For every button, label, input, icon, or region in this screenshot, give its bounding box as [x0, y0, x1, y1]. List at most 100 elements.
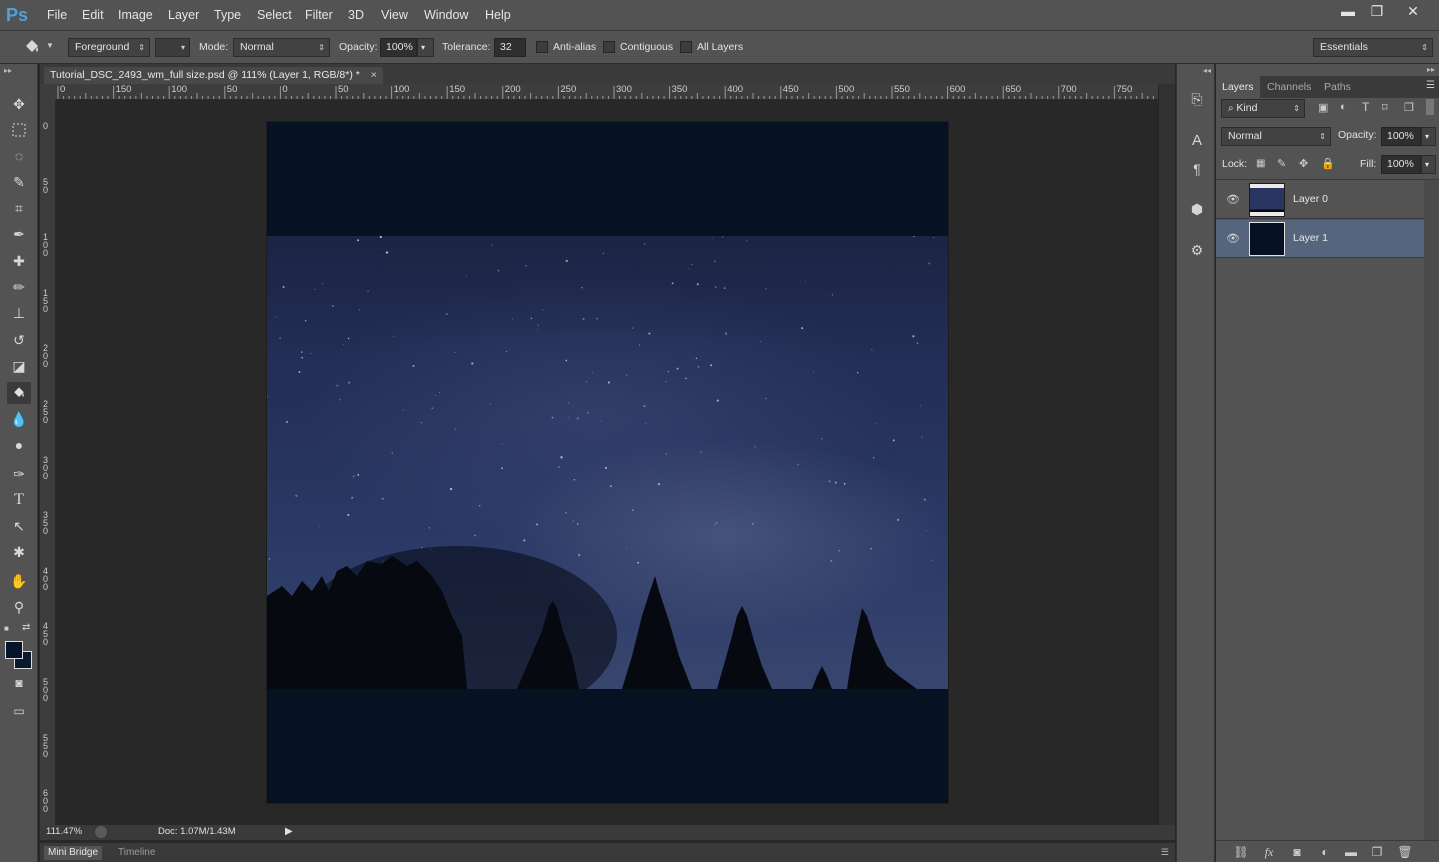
fill-source-select[interactable]: Foreground ⇕ [68, 38, 150, 57]
opacity-input[interactable]: 100% [380, 38, 417, 57]
collapse-toolbox-icon[interactable]: ▸▸ [4, 66, 12, 75]
foreground-color-swatch[interactable] [5, 641, 23, 659]
filter-pixel-icon[interactable]: ▣ [1318, 101, 1328, 114]
screen-mode-icon[interactable]: ▭ [7, 700, 31, 722]
crop-tool-icon[interactable]: ⌗ [7, 197, 31, 219]
filter-smart-object-icon[interactable]: ❐ [1404, 101, 1414, 114]
layer-0-name[interactable]: Layer 0 [1293, 193, 1328, 205]
layer-style-icon[interactable]: fx [1260, 844, 1278, 860]
horizontal-ruler[interactable]: 0 150 100 50 0 50 100 150 200 250 300 350 400 450 500 5… [56, 84, 1158, 100]
menu-layer[interactable]: Layer [168, 8, 199, 22]
vertical-ruler[interactable]: 0 50 100 150 200 250 300 350 400 450 500 550 600 [40, 100, 56, 825]
quick-selection-tool-icon[interactable]: ✎ [7, 171, 31, 193]
marquee-tool-icon[interactable] [7, 119, 31, 141]
panel-collapse-icon[interactable]: ▸▸ [1427, 65, 1435, 74]
filter-shape-icon[interactable]: ⌑ [1382, 101, 1388, 114]
close-document-icon[interactable]: × [371, 69, 377, 81]
healing-brush-tool-icon[interactable]: ✚ [7, 250, 31, 272]
tab-layers[interactable]: Layers [1216, 76, 1260, 98]
menu-help[interactable]: Help [485, 8, 511, 22]
lock-pixels-icon[interactable]: ✎ [1277, 157, 1286, 170]
panel-menu-icon[interactable]: ☰ [1161, 847, 1169, 858]
status-info-icon[interactable] [95, 826, 107, 838]
paint-bucket-tool-icon[interactable] [7, 382, 31, 404]
dodge-tool-icon[interactable]: ● [7, 434, 31, 456]
layer-opacity-input[interactable]: 100% [1381, 127, 1421, 146]
workspace-select[interactable]: Essentials ⇕ [1313, 38, 1433, 57]
lock-position-icon[interactable]: ✥ [1299, 157, 1308, 170]
path-selection-tool-icon[interactable]: ↖ [7, 515, 31, 537]
eyedropper-tool-icon[interactable]: ✒ [7, 223, 31, 245]
visibility-eye-icon[interactable]: 👁 [1226, 232, 1240, 246]
document-canvas[interactable] [267, 122, 948, 803]
close-window-button[interactable]: ✕ [1398, 2, 1428, 20]
adjustment-layer-icon[interactable]: ◐ [1316, 844, 1334, 860]
expand-panels-icon[interactable]: ◂◂ [1203, 66, 1211, 75]
lasso-tool-icon[interactable]: ◌ [7, 145, 31, 167]
3d-panel-icon[interactable]: ⬢ [1186, 198, 1208, 220]
vertical-scrollbar[interactable] [1158, 84, 1175, 825]
menu-filter[interactable]: Filter [305, 8, 333, 22]
blend-mode-select[interactable]: Normal ⇕ [1221, 127, 1331, 146]
layer-row-1-selected[interactable]: 👁 Layer 1 [1216, 220, 1424, 258]
status-menu-arrow-icon[interactable]: ▶ [285, 826, 293, 837]
properties-panel-icon[interactable]: ⚙ [1186, 239, 1208, 261]
pattern-picker[interactable]: ▾ [155, 38, 190, 57]
paragraph-panel-icon[interactable]: ¶ [1186, 158, 1208, 180]
contiguous-checkbox[interactable] [603, 41, 615, 53]
visibility-eye-icon[interactable]: 👁 [1226, 193, 1240, 207]
history-brush-tool-icon[interactable]: ↺ [7, 329, 31, 351]
anti-alias-checkbox[interactable] [536, 41, 548, 53]
preset-dropdown-arrow[interactable]: ▼ [46, 41, 54, 50]
tab-mini-bridge[interactable]: Mini Bridge [44, 846, 103, 860]
pen-tool-icon[interactable]: ✑ [7, 463, 31, 485]
delete-layer-icon[interactable]: 🗑 [1396, 844, 1414, 860]
menu-file[interactable]: File [47, 8, 67, 22]
layers-scrollbar[interactable] [1424, 180, 1439, 840]
menu-select[interactable]: Select [257, 8, 292, 22]
blur-tool-icon[interactable]: 💧 [7, 408, 31, 430]
filter-kind-select[interactable]: ⌕ Kind ⇕ [1221, 99, 1305, 118]
restore-button[interactable]: ❐ [1364, 2, 1390, 20]
brush-tool-icon[interactable]: ✏ [7, 276, 31, 298]
menu-window[interactable]: Window [424, 8, 468, 22]
menu-image[interactable]: Image [118, 8, 153, 22]
menu-view[interactable]: View [381, 8, 408, 22]
quick-mask-icon[interactable]: ◙ [7, 672, 31, 694]
filter-toggle[interactable] [1426, 99, 1434, 115]
layers-panel-menu-icon[interactable]: ☰ [1426, 80, 1435, 91]
custom-shape-tool-icon[interactable]: ✱ [7, 541, 31, 563]
lock-all-icon[interactable]: 🔒 [1321, 157, 1335, 170]
history-panel-icon[interactable]: ⎘ [1186, 88, 1208, 110]
layer-row-0[interactable]: 👁 Layer 0 [1216, 181, 1424, 219]
menu-edit[interactable]: Edit [82, 8, 104, 22]
zoom-tool-icon[interactable]: ⚲ [7, 596, 31, 618]
character-panel-icon[interactable]: A [1186, 130, 1208, 152]
tab-paths[interactable]: Paths [1318, 76, 1357, 98]
move-tool-icon[interactable]: ✥ [7, 93, 31, 115]
filter-type-icon[interactable]: T [1362, 100, 1369, 114]
minimize-button[interactable]: ▬ [1335, 2, 1361, 20]
tab-timeline[interactable]: Timeline [118, 846, 155, 860]
document-tab[interactable]: Tutorial_DSC_2493_wm_full size.psd @ 111… [44, 67, 383, 84]
new-layer-icon[interactable]: ❐ [1368, 844, 1386, 860]
fill-input[interactable]: 100% [1381, 155, 1421, 174]
filter-adjustment-icon[interactable]: ◐ [1340, 101, 1347, 113]
layer-1-name[interactable]: Layer 1 [1293, 232, 1328, 244]
paint-bucket-preset-icon[interactable] [22, 37, 42, 57]
mode-select[interactable]: Normal ⇕ [233, 38, 330, 57]
new-group-icon[interactable]: ▬ [1342, 844, 1360, 860]
all-layers-checkbox[interactable] [680, 41, 692, 53]
lock-transparency-icon[interactable]: ▦ [1256, 158, 1265, 169]
add-mask-icon[interactable]: ◙ [1288, 844, 1306, 860]
type-tool-icon[interactable]: T [7, 489, 31, 511]
menu-type[interactable]: Type [214, 8, 241, 22]
link-layers-icon[interactable]: ⛓ [1232, 844, 1250, 860]
ruler-origin[interactable] [40, 84, 56, 100]
layer-opacity-dropdown[interactable]: ▾ [1421, 127, 1436, 146]
fill-dropdown[interactable]: ▾ [1421, 155, 1436, 174]
eraser-tool-icon[interactable]: ◪ [7, 355, 31, 377]
hand-tool-icon[interactable]: ✋ [7, 570, 31, 592]
tab-channels[interactable]: Channels [1261, 76, 1317, 98]
tolerance-input[interactable]: 32 [494, 38, 526, 57]
